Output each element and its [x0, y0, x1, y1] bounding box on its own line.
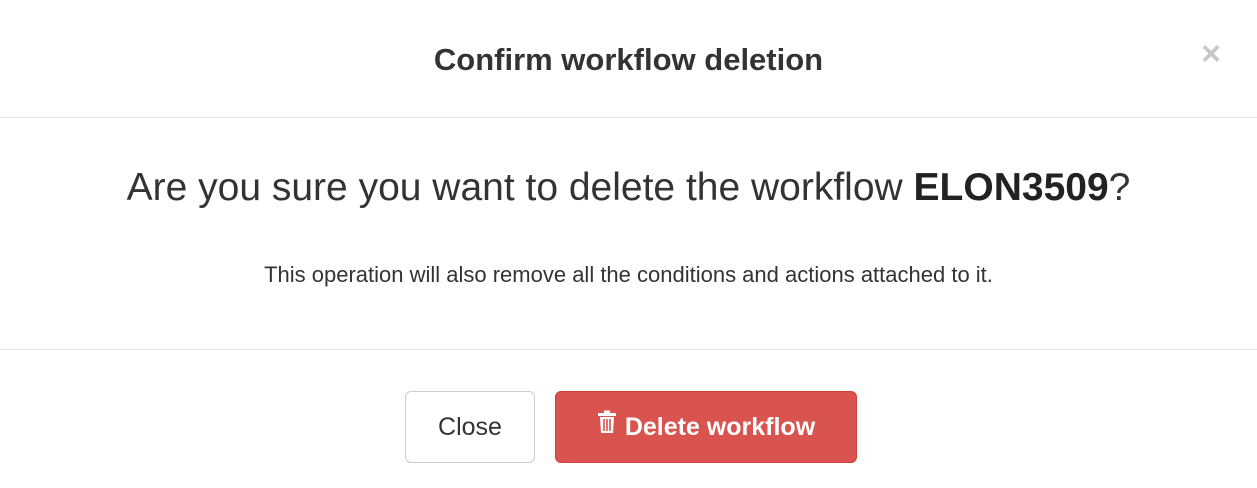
delete-workflow-modal: Confirm workflow deletion × Are you sure… — [0, 0, 1257, 488]
close-button[interactable]: Close — [405, 391, 535, 463]
confirmation-question: Are you sure you want to delete the work… — [0, 163, 1257, 213]
modal-body: Are you sure you want to delete the work… — [0, 118, 1257, 350]
question-suffix: ? — [1108, 166, 1131, 209]
question-prefix: Are you sure you want to delete the work… — [126, 166, 914, 209]
close-button-label: Close — [438, 413, 502, 441]
delete-button-label: Delete workflow — [624, 413, 816, 441]
trash-icon — [597, 391, 617, 461]
delete-workflow-button[interactable]: Delete workflow — [555, 391, 857, 463]
warning-note: This operation will also remove all the … — [264, 262, 993, 287]
modal-header: Confirm workflow deletion × — [0, 0, 1257, 118]
workflow-name: ELON3509 — [913, 166, 1109, 209]
modal-title: Confirm workflow deletion — [433, 42, 824, 77]
close-icon[interactable]: × — [1197, 37, 1225, 71]
modal-footer: Close Delete workflow — [0, 350, 1257, 488]
